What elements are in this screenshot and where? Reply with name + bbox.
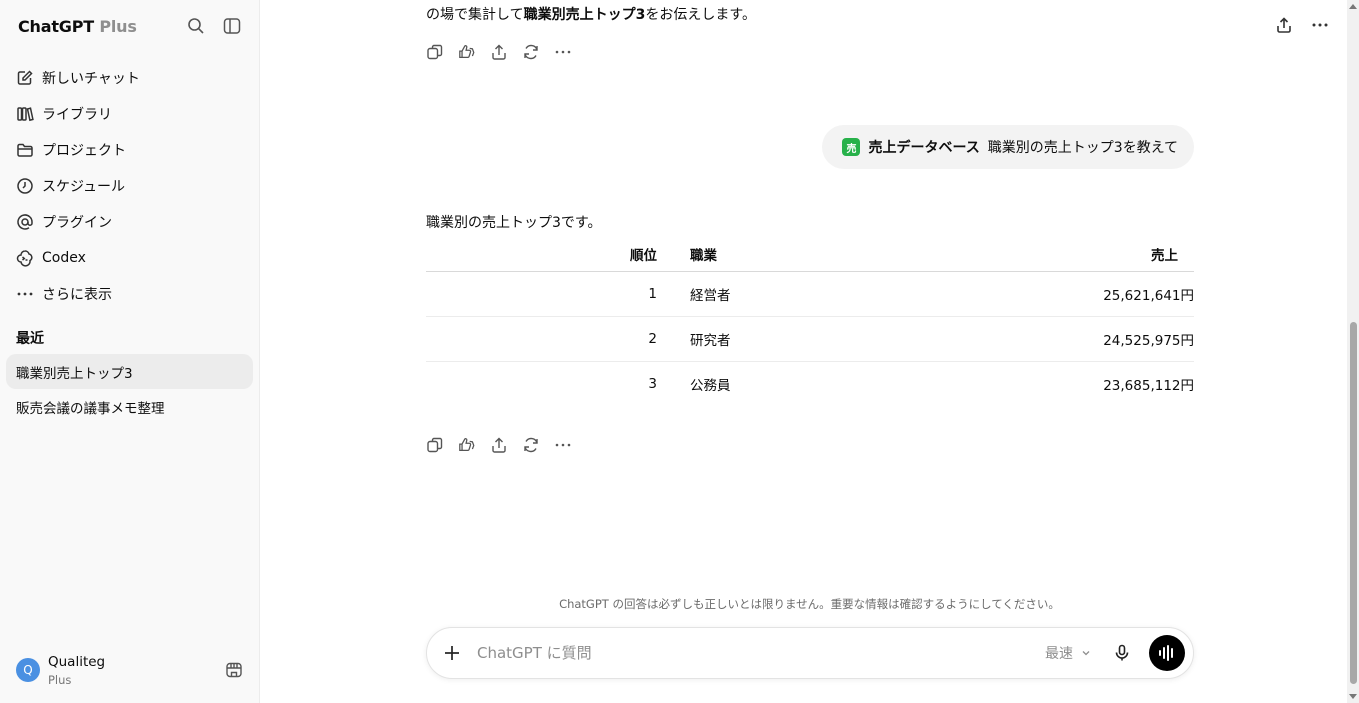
regenerate-icon[interactable] [522, 436, 540, 454]
cell-rank: 3 [648, 375, 657, 392]
sidebar: ChatGPT Plus 新しいチャット ライブラリ プロジェクト スケジュール… [0, 0, 260, 703]
share-message-icon[interactable] [490, 436, 508, 454]
codex-icon [16, 250, 33, 267]
disclaimer-text: ChatGPT の回答は必ずしも正しいとは限りません。重要な情報は確認するように… [559, 597, 1060, 611]
regenerate-icon[interactable] [522, 43, 540, 61]
nav-label: Codex [42, 250, 86, 266]
text-segment: の場で集計して [426, 7, 524, 23]
message-composer: 最速 [426, 627, 1194, 679]
text-segment: をお伝えします。 [645, 7, 756, 23]
thumbs-feedback-icon[interactable] [458, 436, 476, 454]
brand-title[interactable]: ChatGPT Plus [18, 17, 137, 36]
microphone-icon[interactable] [1113, 644, 1131, 662]
user-message-text: 職業別の売上トップ3を教えて [987, 140, 1178, 156]
sales-ranking-table: 順位 職業 売上 1 経営者 25,621,641円 2 研究者 24,525,… [426, 238, 1194, 406]
chevron-down-icon [1082, 651, 1090, 656]
header-rank: 順位 [426, 238, 657, 272]
header-job: 職業 [657, 238, 898, 272]
nav-codex[interactable]: Codex [0, 240, 259, 276]
header-sales: 売上 [897, 238, 1194, 272]
library-icon [17, 107, 34, 122]
waveform-icon [1159, 645, 1173, 661]
nav-schedule[interactable]: スケジュール [0, 168, 259, 204]
cell-rank: 1 [426, 271, 657, 317]
table-row: 2 研究者 24,525,975円 [426, 316, 1194, 362]
header-sales-label: 売上 [1151, 248, 1178, 265]
new-chat-icon [17, 70, 33, 85]
nav-label: ライブラリ [42, 107, 112, 123]
scroll-thumb[interactable] [1350, 322, 1357, 684]
at-icon [17, 214, 33, 230]
scroll-up-arrow[interactable] [1349, 4, 1357, 9]
share-message-icon[interactable] [490, 43, 508, 61]
user-plan: Plus [48, 672, 72, 687]
chat-title: 販売会議の議事メモ整理 [16, 400, 165, 417]
nav-label: プロジェクト [42, 143, 126, 159]
table-header-row: 順位 職業 売上 [426, 238, 1194, 272]
nav-label: プラグイン [42, 215, 112, 231]
message-actions [426, 43, 572, 61]
cell-rank: 2 [426, 316, 657, 362]
nav-projects[interactable]: プロジェクト [0, 132, 259, 168]
model-label: 最速 [1045, 646, 1073, 662]
cell-sales: 23,685,112円 [1103, 377, 1194, 394]
chat-main: の場で集計して職業別売上トップ3をお伝えします。 売 売上データベース 職業別の… [260, 0, 1359, 703]
nav-label: 新しいチャット [42, 71, 140, 87]
user-message-bubble: 売 売上データベース 職業別の売上トップ3を教えて [822, 125, 1194, 169]
top-actions [1275, 16, 1329, 34]
chat-history-item[interactable]: 職業別売上トップ3 [6, 354, 253, 389]
folder-icon [17, 143, 33, 157]
cell-job: 研究者 [657, 316, 898, 362]
model-selector[interactable]: 最速 [1045, 643, 1091, 663]
share-icon[interactable] [1275, 16, 1293, 34]
message-actions [426, 436, 572, 454]
nav-label: さらに表示 [42, 287, 112, 303]
thumbs-feedback-icon[interactable] [458, 43, 476, 61]
sidebar-header: ChatGPT Plus [0, 0, 259, 52]
chat-title: 職業別売上トップ3 [16, 365, 133, 382]
user-account[interactable]: Q Qualiteg Plus [0, 637, 259, 703]
plus-icon[interactable] [443, 644, 461, 662]
cell-sales: 24,525,975円 [897, 316, 1194, 362]
avatar: Q [16, 658, 40, 682]
plugin-label[interactable]: 売上データベース [868, 137, 979, 157]
previous-message-text: の場で集計して職業別売上トップ3をお伝えします。 [426, 4, 756, 24]
brand-name: ChatGPT [18, 16, 94, 36]
more-options-icon[interactable] [1311, 16, 1329, 34]
nav-library[interactable]: ライブラリ [0, 96, 259, 132]
store-icon[interactable] [225, 661, 243, 679]
assistant-answer-lead: 職業別の売上トップ3です。 [426, 215, 602, 231]
cell-job: 公務員 [690, 377, 731, 394]
bold-segment: 職業別売上トップ3 [523, 7, 646, 23]
table-row: 3 公務員 23,685,112円 [426, 361, 1194, 406]
sales-db-plugin-icon: 売 [842, 138, 861, 156]
cell-sales: 25,621,641円 [897, 271, 1194, 317]
clock-icon [17, 178, 33, 194]
nav-plugins[interactable]: プラグイン [0, 204, 259, 240]
nav-new-chat[interactable]: 新しいチャット [0, 60, 259, 96]
sidebar-toggle-icon[interactable] [223, 17, 241, 35]
more-dots-icon [17, 292, 33, 296]
copy-icon[interactable] [426, 43, 444, 61]
sidebar-nav: 新しいチャット ライブラリ プロジェクト スケジュール プラグイン Codex [0, 60, 259, 312]
app-window: ChatGPT Plus 新しいチャット ライブラリ プロジェクト スケジュール… [0, 0, 1359, 703]
scrollbar[interactable] [1347, 0, 1359, 703]
more-dots-icon[interactable] [554, 436, 572, 454]
prompt-input[interactable] [477, 644, 1045, 662]
voice-mode-button[interactable] [1149, 635, 1185, 671]
nav-more[interactable]: さらに表示 [0, 276, 259, 312]
recent-section-title: 最近 [16, 331, 44, 347]
search-icon[interactable] [187, 17, 205, 35]
chat-history-item[interactable]: 販売会議の議事メモ整理 [6, 389, 253, 424]
cell-job: 経営者 [657, 271, 898, 317]
brand-plan: Plus [99, 16, 137, 36]
copy-icon[interactable] [426, 436, 444, 454]
scroll-down-arrow[interactable] [1349, 694, 1357, 699]
table-row: 1 経営者 25,621,641円 [426, 271, 1194, 317]
more-dots-icon[interactable] [554, 43, 572, 61]
user-name: Qualiteg [48, 653, 106, 670]
nav-label: スケジュール [42, 179, 126, 195]
